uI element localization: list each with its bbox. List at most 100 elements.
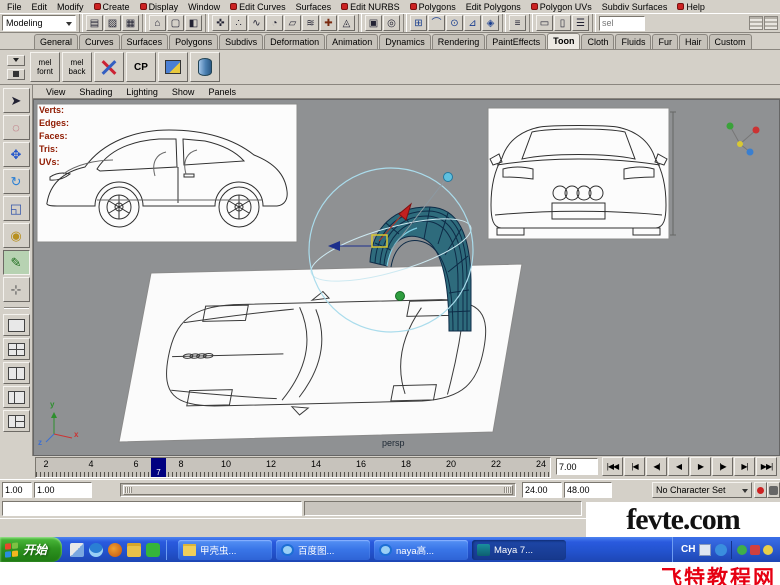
step-forward-key-button[interactable]: |▶ bbox=[712, 457, 733, 476]
auto-keyframe-button[interactable] bbox=[754, 482, 767, 498]
shelf-tab-subdivs[interactable]: Subdivs bbox=[219, 34, 264, 49]
scale-tool-button[interactable]: ◱ bbox=[2, 196, 30, 221]
command-input[interactable] bbox=[2, 501, 302, 516]
shelf-tab-general[interactable]: General bbox=[34, 34, 79, 49]
open-scene-icon[interactable]: ▨ bbox=[104, 15, 121, 31]
step-back-frame-button[interactable]: |◀ bbox=[624, 457, 645, 476]
show-desktop-icon[interactable] bbox=[70, 543, 84, 557]
menu-help[interactable]: Help bbox=[672, 0, 710, 13]
snap-live-icon[interactable]: ◈ bbox=[482, 15, 499, 31]
menu-edit-polygons[interactable]: Edit Polygons bbox=[461, 0, 526, 13]
show-hide-ui-icon[interactable] bbox=[749, 16, 763, 30]
shelf-menu-button[interactable] bbox=[7, 68, 25, 80]
menu-edit[interactable]: Edit bbox=[27, 0, 53, 13]
shelf-tab-custom[interactable]: Custom bbox=[708, 34, 752, 49]
range-handle-right[interactable] bbox=[504, 487, 511, 493]
menu-polygons[interactable]: Polygons bbox=[405, 0, 461, 13]
render-globals-icon[interactable]: ☰ bbox=[572, 15, 589, 31]
snap-grid-icon[interactable]: ⊞ bbox=[410, 15, 427, 31]
anim-prefs-button[interactable] bbox=[767, 482, 780, 498]
language-indicator[interactable]: CH bbox=[681, 544, 695, 555]
shelf-tab-animation[interactable]: Animation bbox=[326, 34, 379, 49]
task-button-maya[interactable]: Maya 7... bbox=[472, 540, 566, 560]
menu-display[interactable]: Display bbox=[135, 0, 184, 13]
shelf-tab-toon[interactable]: Toon bbox=[547, 33, 581, 49]
lock-selection-icon[interactable]: ▣ bbox=[365, 15, 382, 31]
range-handle-left[interactable] bbox=[125, 487, 132, 493]
range-bar[interactable] bbox=[123, 485, 513, 495]
menu-modify[interactable]: Modify bbox=[52, 0, 89, 13]
menu-create[interactable]: Create bbox=[89, 0, 135, 13]
highlight-selection-icon[interactable]: ◎ bbox=[383, 15, 400, 31]
select-component-icon[interactable]: ◧ bbox=[185, 15, 202, 31]
shelf-tab-surfaces[interactable]: Surfaces bbox=[120, 34, 169, 49]
scene-handle-gizmo[interactable] bbox=[726, 122, 760, 156]
show-hide-ui-icon[interactable] bbox=[764, 16, 778, 30]
shelf-tab-rendering[interactable]: Rendering bbox=[431, 34, 486, 49]
task-button-browser-1[interactable]: 百度图... bbox=[276, 540, 370, 560]
play-backwards-button[interactable]: ◀ bbox=[668, 457, 689, 476]
menu-window[interactable]: Window bbox=[183, 0, 225, 13]
current-time-field[interactable] bbox=[556, 458, 598, 475]
show-manipulator-tool-button[interactable]: ⊹ bbox=[2, 277, 30, 302]
shelf-item-paint[interactable] bbox=[158, 52, 188, 82]
menu-file[interactable]: File bbox=[2, 0, 27, 13]
move-tool-button[interactable]: ✥ bbox=[2, 142, 30, 167]
shelf-tab-dynamics[interactable]: Dynamics bbox=[379, 34, 431, 49]
messenger-icon[interactable] bbox=[146, 543, 160, 557]
folder-icon[interactable] bbox=[127, 543, 141, 557]
current-tool-button[interactable]: ✎ bbox=[2, 250, 30, 275]
panel-menu-panels[interactable]: Panels bbox=[201, 87, 243, 97]
select-tool-button[interactable]: ➤ bbox=[2, 88, 30, 113]
shelf-item-cylinder[interactable] bbox=[190, 52, 220, 82]
manipulator-axis-handle[interactable] bbox=[443, 172, 453, 182]
menu-polygon-uvs[interactable]: Polygon UVs bbox=[526, 0, 597, 13]
mask-curves-icon[interactable]: ∿ bbox=[248, 15, 265, 31]
rotate-tool-button[interactable]: ↻ bbox=[2, 169, 30, 194]
timeline-track[interactable]: 2 4 6 8 10 12 14 16 18 20 22 24 7 bbox=[35, 457, 551, 478]
go-to-end-button[interactable]: ▶▶| bbox=[756, 457, 777, 476]
save-scene-icon[interactable]: ▦ bbox=[122, 15, 139, 31]
help-tray-icon[interactable] bbox=[715, 543, 728, 556]
ipr-render-icon[interactable]: ▯ bbox=[554, 15, 571, 31]
menu-set-selector[interactable]: Modeling bbox=[2, 15, 76, 31]
layout-four-pane-button[interactable] bbox=[2, 338, 30, 360]
shelf-item-mel-back[interactable]: mel back bbox=[62, 52, 92, 82]
shelf-tab-menu-button[interactable] bbox=[7, 54, 25, 66]
shelf-tab-cloth[interactable]: Cloth bbox=[581, 34, 615, 49]
panel-menu-shading[interactable]: Shading bbox=[72, 87, 119, 97]
quick-select-field[interactable]: sel bbox=[599, 15, 645, 31]
mask-points-icon[interactable]: ∴ bbox=[230, 15, 247, 31]
mask-deformations-icon[interactable]: ≋ bbox=[302, 15, 319, 31]
start-button[interactable]: 开始 bbox=[0, 537, 62, 562]
layout-outliner-pane-button[interactable] bbox=[2, 386, 30, 408]
anim-end-field[interactable] bbox=[564, 482, 612, 498]
playback-start-field[interactable] bbox=[34, 482, 92, 498]
shelf-tab-polygons[interactable]: Polygons bbox=[169, 34, 219, 49]
construction-history-icon[interactable]: ≡ bbox=[509, 15, 526, 31]
shelf-tab-fur[interactable]: Fur bbox=[652, 34, 678, 49]
character-set-selector[interactable]: No Character Set bbox=[652, 482, 752, 498]
media-player-icon[interactable] bbox=[108, 543, 122, 557]
select-object-icon[interactable]: ▢ bbox=[167, 15, 184, 31]
network-icon[interactable] bbox=[750, 544, 761, 555]
snap-plane-icon[interactable]: ⊿ bbox=[464, 15, 481, 31]
mask-polygons-icon[interactable]: ▱ bbox=[284, 15, 301, 31]
menu-edit-curves[interactable]: Edit Curves bbox=[225, 0, 291, 13]
shelf-tab-hair[interactable]: Hair bbox=[678, 34, 708, 49]
new-scene-icon[interactable]: ▤ bbox=[86, 15, 103, 31]
task-button-browser-2[interactable]: naya高... bbox=[374, 540, 468, 560]
soft-mod-tool-button[interactable]: ◉ bbox=[2, 223, 30, 248]
antivirus-icon[interactable] bbox=[737, 544, 748, 555]
shelf-item-cp[interactable]: CP bbox=[126, 52, 156, 82]
shelf-tab-painteffects[interactable]: PaintEffects bbox=[486, 34, 547, 49]
step-forward-frame-button[interactable]: ▶| bbox=[734, 457, 755, 476]
panel-menu-lighting[interactable]: Lighting bbox=[119, 87, 165, 97]
shelf-tab-fluids[interactable]: Fluids bbox=[615, 34, 652, 49]
range-bar-track[interactable] bbox=[120, 483, 516, 497]
select-hierarchy-icon[interactable]: ⌂ bbox=[149, 15, 166, 31]
ie-icon[interactable] bbox=[89, 543, 103, 557]
volume-icon[interactable] bbox=[763, 544, 774, 555]
menu-surfaces[interactable]: Surfaces bbox=[291, 0, 337, 13]
shelf-item-axis-cross[interactable] bbox=[94, 52, 124, 82]
